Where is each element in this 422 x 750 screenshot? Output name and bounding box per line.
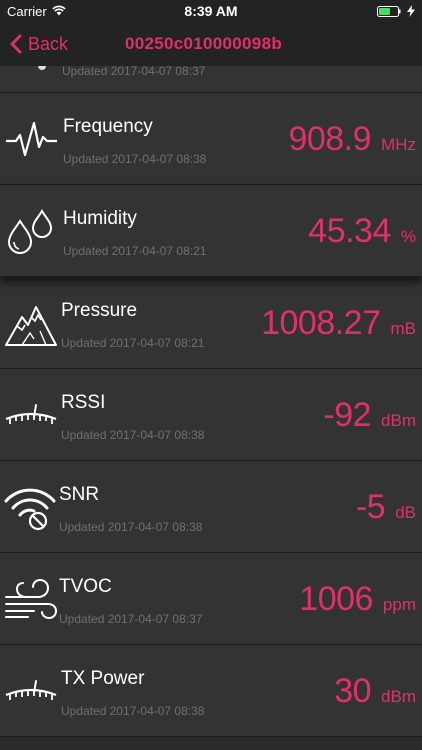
value-unit: dBm [381,687,416,706]
sensor-name: Frequency [63,116,153,137]
value-unit: MHz [381,135,416,154]
sensor-value: -92 dBm [323,396,416,435]
sensor-row-frequency[interactable]: Frequency Updated 2017-04-07 08:38 908.9… [0,93,422,185]
list-item-partial[interactable]: Updated 2017-04-07 08:37 [0,66,422,93]
sensor-value: 908.9 MHz [288,120,416,159]
status-time: 8:39 AM [184,3,238,19]
value-number: 1006 [299,580,373,618]
battery-icon [377,6,401,17]
sensor-row-rssi[interactable]: RSSI Updated 2017-04-07 08:38 -92 dBm [0,369,422,461]
sensor-list[interactable]: Updated 2017-04-07 08:37 Frequency Updat… [0,66,422,737]
status-bar: Carrier 8:39 AM [0,0,422,22]
value-number: 30 [334,672,372,710]
navigation-bar: Back 00250c010000098b [0,22,422,66]
value-unit: % [400,227,416,246]
value-unit: ppm [382,595,416,614]
mountain-icon [5,306,57,346]
value-unit: dB [395,503,416,522]
updated-time: Updated 2017-04-07 08:21 [63,244,207,258]
sensor-name: Pressure [61,300,138,321]
updated-time: Updated 2017-04-07 08:38 [61,428,205,442]
sensor-row-humidity[interactable]: Humidity Updated 2017-04-07 08:21 45.34 … [0,185,422,277]
sensor-name: SNR [59,484,100,505]
sensor-name: TX Power [61,668,145,689]
updated-time: Updated 2017-04-07 08:38 [59,520,203,534]
back-label: Back [28,33,69,54]
value-number: 45.34 [308,212,391,250]
sensor-value: 1006 ppm [299,580,416,619]
updated-time: Updated 2017-04-07 08:38 [63,152,207,166]
sensor-value: 1008.27 mB [261,304,416,343]
sensor-row-snr[interactable]: SNR Updated 2017-04-07 08:38 -5 dB [0,461,422,553]
page-title: 00250c010000098b [125,34,283,53]
value-number: 1008.27 [261,304,381,342]
sensor-name: TVOC [59,576,112,597]
value-number: -5 [355,488,386,526]
sensor-icon-partial [38,66,46,70]
updated-time: Updated 2017-04-07 08:38 [61,704,205,718]
back-button[interactable]: Back [10,31,68,57]
chevron-left-icon [10,34,22,54]
value-number: 908.9 [288,120,372,158]
sensor-row-pressure[interactable]: Pressure Updated 2017-04-07 08:21 1008.2… [0,277,422,369]
water-drops-icon [7,209,53,255]
updated-time: Updated 2017-04-07 08:21 [61,336,205,350]
sensor-name: Humidity [63,208,137,229]
updated-time: Updated 2017-04-07 08:37 [59,612,203,626]
sensor-value: 30 dBm [334,672,416,711]
updated-time: Updated 2017-04-07 08:37 [62,66,206,78]
charging-bolt-icon [407,5,415,17]
pulse-icon [6,121,57,157]
sensor-row-tx-power[interactable]: TX Power Updated 2017-04-07 08:38 30 dBm [0,645,422,737]
wifi-blocked-icon [4,488,56,531]
wind-icon [5,578,58,620]
sensor-value: 45.34 % [308,212,416,251]
signal-gauge-icon [5,680,57,700]
sensor-value: -5 dB [356,488,416,527]
sensor-row-tvoc[interactable]: TVOC Updated 2017-04-07 08:37 1006 ppm [0,553,422,645]
signal-gauge-icon [5,404,57,424]
sensor-name: RSSI [61,392,106,413]
value-number: -92 [323,396,372,434]
value-unit: dBm [381,411,416,430]
value-unit: mB [390,319,417,338]
